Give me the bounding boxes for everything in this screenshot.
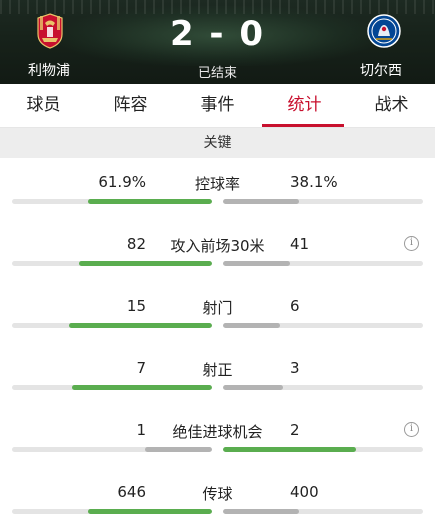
tab-stats[interactable]: 统计 xyxy=(261,84,348,128)
info-icon[interactable]: i xyxy=(404,236,419,251)
home-bar-fill xyxy=(69,323,212,328)
away-bar-fill xyxy=(223,199,300,204)
away-bar-track xyxy=(223,323,423,328)
away-bar-track xyxy=(223,385,423,390)
away-bar-track xyxy=(223,447,423,452)
away-bar-fill xyxy=(223,509,300,514)
stat-row: 15 射门 6 xyxy=(0,289,435,351)
stat-away-value: 2 xyxy=(290,421,300,439)
stat-label: 射正 xyxy=(202,361,233,379)
stat-label: 射门 xyxy=(202,299,233,317)
match-header: 利物浦 2 - 0 已结束 切尔西 xyxy=(0,0,435,84)
section-title: 关键 xyxy=(0,128,435,158)
tab-tactics[interactable]: 战术 xyxy=(348,84,435,128)
away-bar-track xyxy=(223,261,423,266)
away-team-crest-icon[interactable] xyxy=(366,12,402,50)
tab-bar: 球员 阵容 事件 统计 战术 xyxy=(0,84,435,128)
stat-row: 646 传球 400 xyxy=(0,475,435,527)
away-bar-fill xyxy=(223,323,281,328)
stat-away-value: 400 xyxy=(290,483,319,501)
home-bar-track xyxy=(12,447,212,452)
away-bar-track xyxy=(223,199,423,204)
stat-row: 61.9% 控球率 38.1% xyxy=(0,165,435,227)
home-bar-fill xyxy=(72,385,212,390)
stat-away-value: 6 xyxy=(290,297,300,315)
tab-players[interactable]: 球员 xyxy=(0,84,87,128)
tab-events[interactable]: 事件 xyxy=(174,84,261,128)
home-bar-fill xyxy=(145,447,212,452)
stat-label: 绝佳进球机会 xyxy=(172,423,263,441)
away-bar-fill xyxy=(223,261,290,266)
stat-label: 控球率 xyxy=(194,175,240,193)
stat-label: 传球 xyxy=(202,485,233,503)
stat-away-value: 38.1% xyxy=(290,173,338,191)
home-bar-fill xyxy=(88,199,212,204)
active-tab-indicator xyxy=(262,124,344,127)
home-bar-track xyxy=(12,509,212,514)
stat-row: 82 攻入前场30米 41 i xyxy=(0,227,435,289)
home-bar-track xyxy=(12,323,212,328)
stat-away-value: 41 xyxy=(290,235,310,253)
stat-row: 1 绝佳进球机会 2 i xyxy=(0,413,435,475)
home-bar-fill xyxy=(78,261,212,266)
stat-away-value: 3 xyxy=(290,359,300,377)
stat-label: 攻入前场30米 xyxy=(170,237,265,255)
stat-row: 7 射正 3 xyxy=(0,351,435,413)
away-bar-fill xyxy=(223,447,357,452)
home-bar-fill xyxy=(88,509,212,514)
home-bar-track xyxy=(12,199,212,204)
home-bar-track xyxy=(12,261,212,266)
away-bar-fill xyxy=(223,385,283,390)
away-team-name[interactable]: 切尔西 xyxy=(360,60,402,80)
home-bar-track xyxy=(12,385,212,390)
away-bar-track xyxy=(223,509,423,514)
info-icon[interactable]: i xyxy=(404,422,419,437)
tab-lineup[interactable]: 阵容 xyxy=(87,84,174,128)
